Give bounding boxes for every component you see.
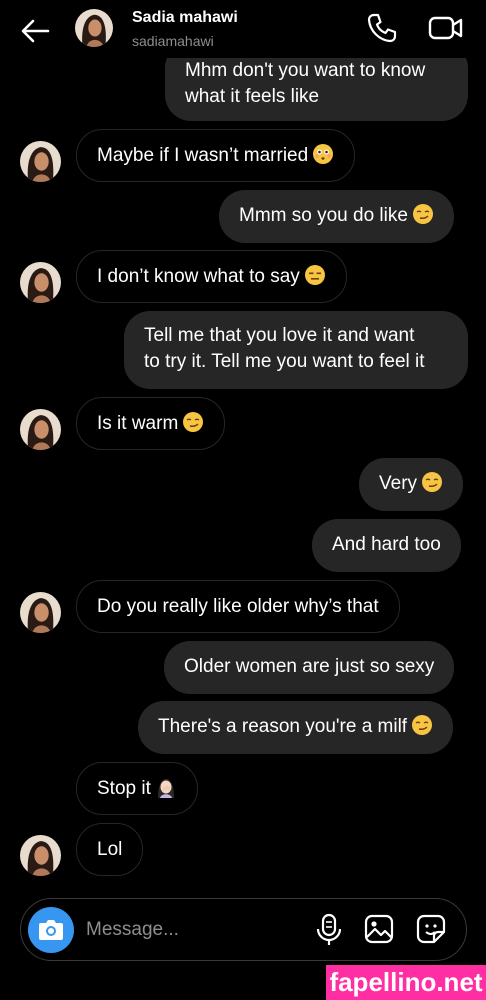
watermark: fapellino.net <box>326 965 486 1000</box>
phone-icon[interactable] <box>366 12 398 44</box>
avatar[interactable] <box>20 262 61 303</box>
message-outgoing[interactable]: Mmm so you do like <box>219 190 454 243</box>
message-incoming[interactable]: Lol <box>76 823 144 876</box>
message-outgoing[interactable]: Tell me that you love it and want to try… <box>124 311 468 389</box>
avatar[interactable] <box>20 835 61 876</box>
microphone-icon[interactable] <box>313 913 345 947</box>
message-incoming[interactable]: Maybe if I wasn’t married <box>76 129 356 182</box>
back-arrow-icon[interactable] <box>18 14 52 48</box>
smirking-face-icon <box>182 411 204 433</box>
contact-username[interactable]: sadiamahawi <box>132 33 214 49</box>
gallery-icon[interactable] <box>363 913 395 945</box>
expressionless-face-icon <box>304 264 326 286</box>
facepalm-woman-icon <box>155 776 177 798</box>
message-incoming[interactable]: Is it warm <box>76 397 226 450</box>
message-outgoing[interactable]: There's a reason you're a milf <box>138 701 454 754</box>
smirking-face-icon <box>412 203 434 225</box>
avatar[interactable] <box>75 9 113 47</box>
sticker-icon[interactable] <box>415 913 447 945</box>
avatar[interactable] <box>20 141 61 182</box>
message-outgoing[interactable]: Older women are just so sexy <box>164 641 455 694</box>
video-call-icon[interactable] <box>428 12 464 44</box>
message-incoming[interactable]: Do you really like older why’s that <box>76 580 400 633</box>
camera-icon <box>39 920 63 940</box>
camera-button[interactable] <box>28 907 74 953</box>
message-incoming[interactable]: Stop it <box>76 762 198 815</box>
message-outgoing[interactable]: And hard too <box>312 519 461 572</box>
message-incoming[interactable]: I don’t know what to say <box>76 250 347 303</box>
chat-header: Sadia mahawi sadiamahawi <box>0 0 486 58</box>
smirking-face-icon <box>411 714 433 736</box>
flushed-face-icon <box>312 143 334 165</box>
avatar[interactable] <box>20 409 61 450</box>
smirking-face-icon <box>421 471 443 493</box>
message-list[interactable]: Mhm don't you want to know what it feels… <box>0 0 486 890</box>
avatar[interactable] <box>20 592 61 633</box>
contact-name[interactable]: Sadia mahawi <box>132 9 238 27</box>
message-composer: Message... <box>20 898 467 961</box>
message-outgoing[interactable]: Very <box>359 458 464 511</box>
message-input[interactable]: Message... <box>86 919 179 941</box>
